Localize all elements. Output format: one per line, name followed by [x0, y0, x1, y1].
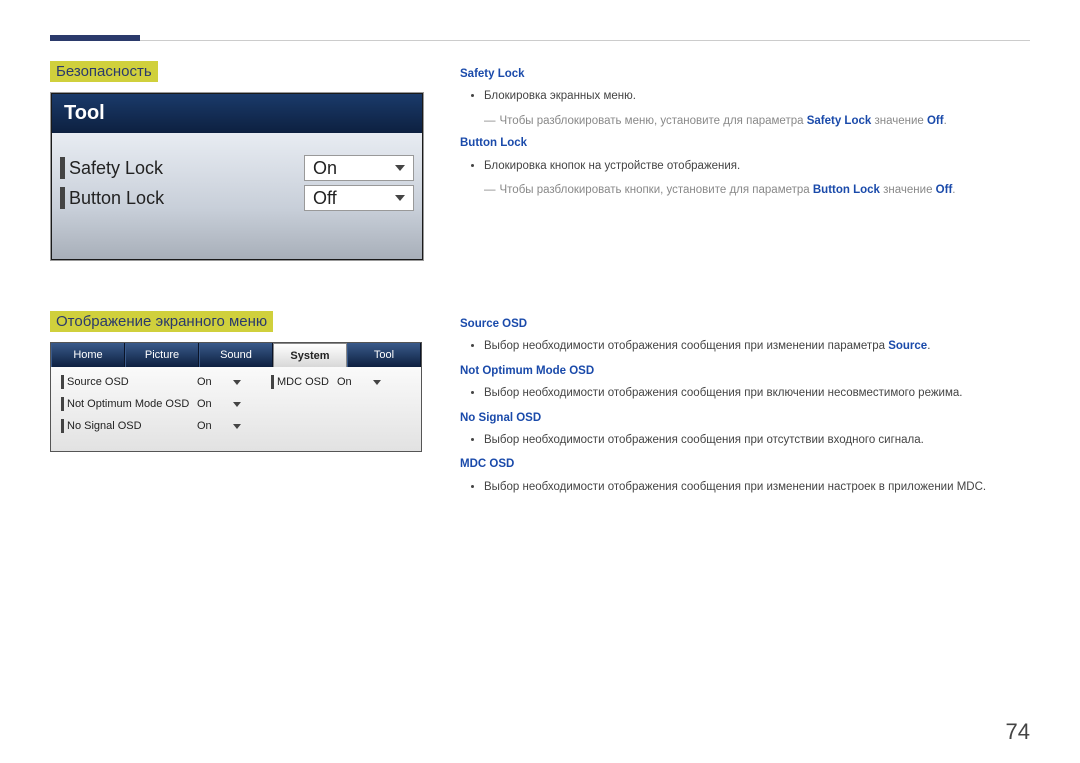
row-marker-icon: [60, 157, 65, 179]
row-marker-icon: [61, 419, 64, 433]
osd-row-label: Source OSD: [67, 376, 197, 388]
osd-row-not-optimum[interactable]: Not Optimum Mode OSD On: [61, 397, 241, 411]
button-lock-select[interactable]: Off: [304, 185, 414, 211]
tab-picture[interactable]: Picture: [125, 343, 199, 367]
desc-list: Выбор необходимости отображения сообщени…: [460, 384, 1030, 402]
tool-row-label: Safety Lock: [69, 158, 304, 179]
desc-list: Блокировка экранных меню.: [460, 87, 1030, 105]
safety-lock-select[interactable]: On: [304, 155, 414, 181]
tool-row-button-lock: Button Lock Off: [60, 185, 414, 211]
osd-row-label: MDC OSD: [277, 376, 337, 388]
desc-sub: — Чтобы разблокировать кнопки, установит…: [484, 181, 1030, 199]
row-marker-icon: [271, 375, 274, 389]
chevron-down-icon: [395, 165, 405, 171]
section-title-security: Безопасность: [50, 61, 158, 82]
header-rule: [50, 40, 1030, 41]
desc-list: Выбор необходимости отображения сообщени…: [460, 431, 1030, 449]
row-marker-icon: [61, 397, 64, 411]
osd-row-value: On: [197, 398, 233, 410]
desc-item: Блокировка кнопок на устройстве отображе…: [484, 157, 1030, 175]
chevron-down-icon: [373, 380, 381, 385]
chevron-down-icon: [233, 380, 241, 385]
desc-sub-text: Чтобы разблокировать кнопки, установите …: [500, 181, 956, 199]
desc-item: Выбор необходимости отображения сообщени…: [484, 337, 1030, 355]
osd-row-value: On: [197, 420, 233, 432]
desc-title-safety-lock: Safety Lock: [460, 65, 1030, 83]
desc-sub: — Чтобы разблокировать меню, установите …: [484, 112, 1030, 130]
chevron-down-icon: [233, 402, 241, 407]
chevron-down-icon: [395, 195, 405, 201]
tool-panel-header: Tool: [52, 94, 422, 133]
tool-panel: Tool Safety Lock On Button Lock: [50, 92, 424, 261]
desc-item: Блокировка экранных меню.: [484, 87, 1030, 105]
tool-row-safety-lock: Safety Lock On: [60, 155, 414, 181]
desc-item: Выбор необходимости отображения сообщени…: [484, 431, 1030, 449]
osd-row-label: No Signal OSD: [67, 420, 197, 432]
select-value: Off: [313, 188, 337, 209]
osd-row-label: Not Optimum Mode OSD: [67, 398, 197, 410]
desc-list: Блокировка кнопок на устройстве отображе…: [460, 157, 1030, 175]
tab-sound[interactable]: Sound: [199, 343, 273, 367]
section-title-osd: Отображение экранного меню: [50, 311, 273, 332]
desc-list: Выбор необходимости отображения сообщени…: [460, 337, 1030, 355]
dash-icon: —: [484, 181, 496, 199]
desc-title-nosignal-osd: No Signal OSD: [460, 409, 1030, 427]
desc-title-button-lock: Button Lock: [460, 134, 1030, 152]
header-accent: [50, 35, 140, 41]
desc-item: Выбор необходимости отображения сообщени…: [484, 478, 1030, 496]
tab-tool[interactable]: Tool: [347, 343, 421, 367]
tab-home[interactable]: Home: [51, 343, 125, 367]
desc-title-source-osd: Source OSD: [460, 315, 1030, 333]
osd-row-no-signal[interactable]: No Signal OSD On: [61, 419, 241, 433]
row-marker-icon: [61, 375, 64, 389]
osd-row-value: On: [337, 376, 373, 388]
dash-icon: —: [484, 112, 496, 130]
desc-title-notopt-osd: Not Optimum Mode OSD: [460, 362, 1030, 380]
desc-sub-text: Чтобы разблокировать меню, установите дл…: [500, 112, 947, 130]
osd-row-source[interactable]: Source OSD On: [61, 375, 241, 389]
osd-panel: Home Picture Sound System Tool Source OS…: [50, 342, 422, 452]
osd-row-value: On: [197, 376, 233, 388]
row-marker-icon: [60, 187, 65, 209]
chevron-down-icon: [233, 424, 241, 429]
tool-row-label: Button Lock: [69, 188, 304, 209]
desc-title-mdc-osd: MDC OSD: [460, 455, 1030, 473]
page-number: 74: [1006, 719, 1030, 745]
desc-list: Выбор необходимости отображения сообщени…: [460, 478, 1030, 496]
select-value: On: [313, 158, 337, 179]
osd-tabs: Home Picture Sound System Tool: [51, 343, 421, 367]
tab-system[interactable]: System: [273, 343, 347, 367]
desc-item: Выбор необходимости отображения сообщени…: [484, 384, 1030, 402]
osd-row-mdc[interactable]: MDC OSD On: [271, 375, 381, 389]
